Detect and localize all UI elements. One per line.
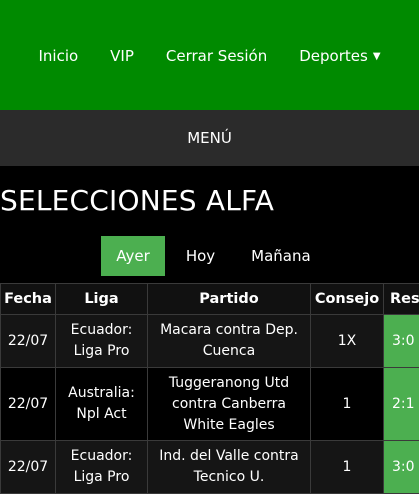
section-title: SELECCIONES ALFA [0,184,419,218]
cell-fecha: 22/07 [1,315,56,368]
tab-ayer[interactable]: Ayer [101,236,165,276]
cell-consejo: 1X [311,315,384,368]
nav-link-deportes[interactable]: Deportes ▼ [283,47,396,65]
table-row: 22/07 Australia: Npl Act Tuggeranong Utd… [1,368,419,441]
tab-manana[interactable]: Mañana [236,236,326,276]
cell-consejo: 1 [311,441,384,494]
caret-down-icon: ▼ [373,51,381,62]
cell-liga: Ecuador: Liga Pro [56,315,148,368]
nav-link-vip[interactable]: VIP [94,47,150,65]
nav-link-deportes-label: Deportes [299,47,368,65]
cell-resultado: 3:0 [384,315,419,368]
header-consejo: Consejo [311,284,384,315]
picks-table: Fecha Liga Partido Consejo Res 22/07 Ecu… [0,283,419,494]
header-liga: Liga [56,284,148,315]
cell-fecha: 22/07 [1,441,56,494]
menu-label: MENÚ [187,129,232,147]
table-header-row: Fecha Liga Partido Consejo Res [1,284,419,315]
header-fecha: Fecha [1,284,56,315]
cell-resultado: 3:0 [384,441,419,494]
cell-resultado: 2:1 [384,368,419,441]
table-row: 22/07 Ecuador: Liga Pro Macara contra De… [1,315,419,368]
cell-fecha: 22/07 [1,368,56,441]
nav-link-inicio[interactable]: Inicio [22,47,94,65]
menu-toggle[interactable]: MENÚ [0,110,419,166]
cell-liga: Australia: Npl Act [56,368,148,441]
nav-link-cerrar-sesion[interactable]: Cerrar Sesión [150,47,283,65]
tab-hoy[interactable]: Hoy [171,236,230,276]
cell-partido: Tuggeranong Utd contra Canberra White Ea… [148,368,311,441]
header-resultado: Res [384,284,419,315]
cell-partido: Macara contra Dep. Cuenca [148,315,311,368]
top-navigation: Inicio VIP Cerrar Sesión Deportes ▼ [0,0,419,110]
cell-liga: Ecuador: Liga Pro [56,441,148,494]
table-row: 22/07 Ecuador: Liga Pro Ind. del Valle c… [1,441,419,494]
cell-partido: Ind. del Valle contra Tecnico U. [148,441,311,494]
header-partido: Partido [148,284,311,315]
day-tabs: Ayer Hoy Mañana [0,236,419,276]
cell-consejo: 1 [311,368,384,441]
